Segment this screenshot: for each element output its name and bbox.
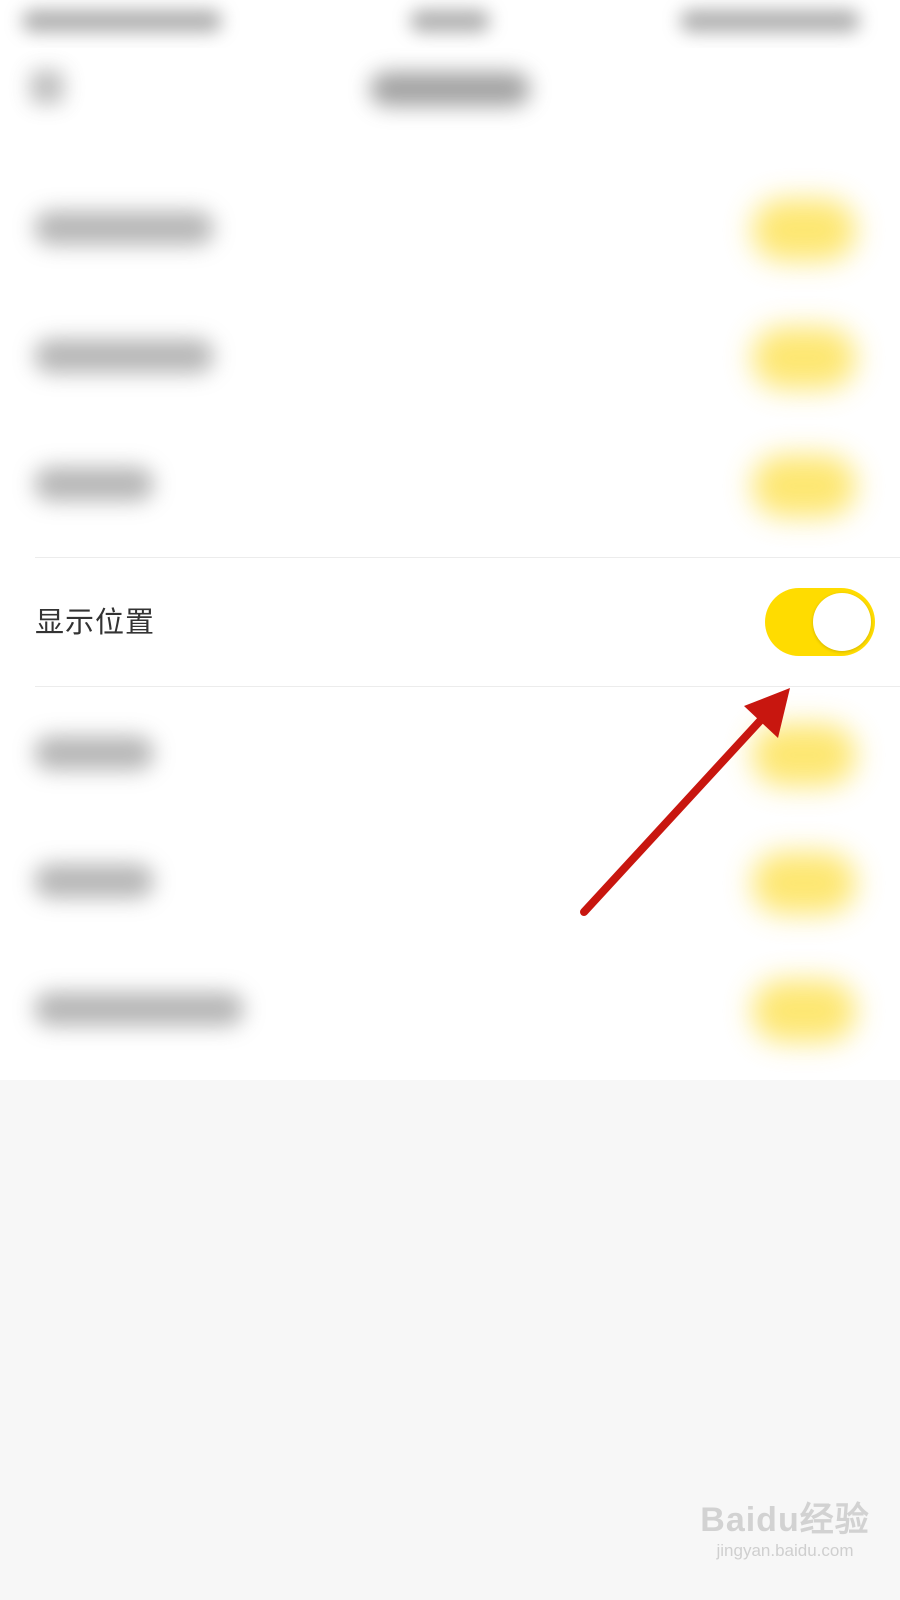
toggle-switch-blurred[interactable] bbox=[752, 455, 856, 517]
settings-item-blurred[interactable] bbox=[0, 690, 900, 818]
settings-item-blurred[interactable] bbox=[0, 165, 900, 293]
settings-item-blurred[interactable] bbox=[0, 293, 900, 421]
settings-item-blurred[interactable] bbox=[0, 421, 900, 549]
toggle-switch-blurred[interactable] bbox=[752, 724, 856, 786]
settings-screen: 显示位置 Baidu经验 jingyan.baidu.com bbox=[0, 0, 900, 1600]
toggle-switch-blurred[interactable] bbox=[752, 980, 856, 1042]
settings-item-label-blurred bbox=[34, 864, 154, 898]
settings-item-label-blurred bbox=[34, 211, 214, 245]
toggle-knob bbox=[813, 593, 871, 651]
watermark-logo: Baidu经验 bbox=[700, 1501, 870, 1539]
settings-item-label-blurred bbox=[34, 467, 154, 501]
show-location-toggle[interactable] bbox=[765, 588, 875, 656]
settings-item-label-blurred bbox=[34, 992, 244, 1026]
status-bar-left-blurred bbox=[22, 10, 222, 32]
back-icon[interactable] bbox=[30, 70, 64, 104]
toggle-switch-blurred[interactable] bbox=[752, 327, 856, 389]
toggle-switch-blurred[interactable] bbox=[752, 199, 856, 261]
toggle-switch-blurred[interactable] bbox=[752, 852, 856, 914]
settings-item-blurred[interactable] bbox=[0, 946, 900, 1074]
settings-item-label-blurred bbox=[34, 736, 154, 770]
settings-item-blurred[interactable] bbox=[0, 818, 900, 946]
settings-item-show-location[interactable]: 显示位置 bbox=[0, 558, 900, 686]
baidu-jingyan-watermark: Baidu经验 jingyan.baidu.com bbox=[690, 1500, 880, 1580]
row-divider bbox=[35, 686, 900, 687]
settings-item-label: 显示位置 bbox=[35, 605, 156, 639]
watermark-url: jingyan.baidu.com bbox=[716, 1541, 854, 1560]
page-title-blurred bbox=[370, 72, 530, 106]
status-bar bbox=[0, 0, 900, 48]
settings-item-label-blurred bbox=[34, 339, 214, 373]
status-bar-right-blurred bbox=[680, 10, 860, 32]
status-bar-center-blurred bbox=[410, 10, 490, 32]
